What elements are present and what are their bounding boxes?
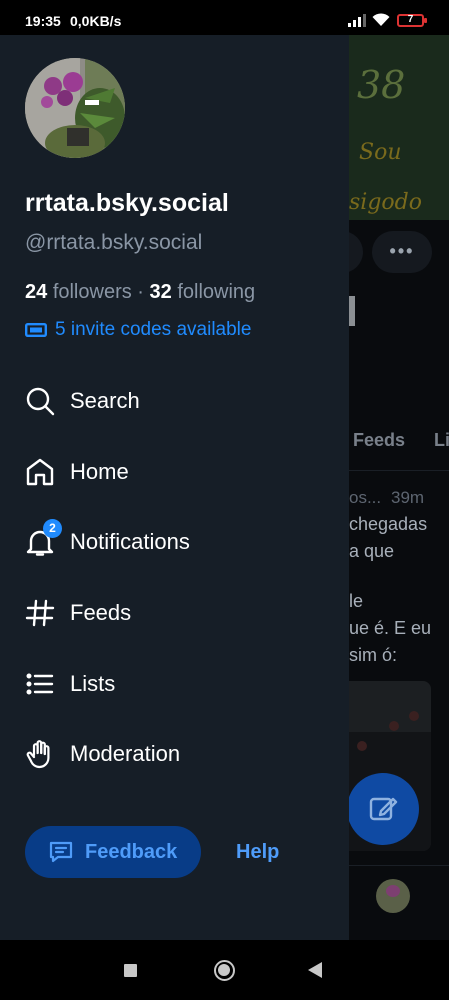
post-text-line: sim ó:	[349, 645, 398, 665]
hand-icon	[25, 739, 55, 769]
background-profile-screen: 38 Sou sigodo ••• Feeds Li os... 39m che…	[349, 35, 449, 940]
home-button[interactable]	[214, 960, 235, 981]
hash-icon	[25, 598, 55, 628]
divider	[349, 470, 449, 471]
nav-label: Lists	[70, 671, 116, 696]
nav-item-home[interactable]: Home	[25, 448, 325, 496]
post-text-line: a que	[349, 541, 395, 561]
bell-icon: 2	[25, 519, 62, 557]
following-label: following	[177, 281, 256, 303]
invite-codes-link[interactable]: 5 invite codes available	[25, 319, 251, 341]
status-bar: 19:35 0,0KB/s 7	[0, 0, 449, 35]
ticket-icon	[25, 323, 47, 337]
notification-badge: 2	[43, 519, 62, 538]
search-icon	[25, 386, 55, 416]
profile-banner: 38 Sou sigodo	[349, 35, 449, 220]
post-image-detail	[409, 711, 419, 721]
follow-button	[349, 231, 363, 273]
nav-item-notifications[interactable]: 2 Notifications	[25, 518, 325, 566]
post-image-detail	[357, 741, 367, 751]
nav-label: Home	[70, 459, 129, 484]
following-count: 32	[149, 281, 172, 303]
avatar-image	[25, 58, 125, 158]
compose-icon	[369, 797, 398, 821]
network-speed: 0,0KB/s	[70, 13, 122, 29]
banner-text: 38	[357, 63, 406, 107]
avatar[interactable]	[25, 58, 125, 158]
tab-lists: Li	[434, 430, 449, 450]
nav-label: Feeds	[70, 600, 132, 625]
back-button[interactable]	[308, 962, 322, 978]
followers-label: followers	[52, 281, 132, 303]
post-text-line: le	[349, 591, 364, 611]
post-author: os...	[349, 488, 382, 507]
feedback-button[interactable]: Feedback	[25, 826, 201, 878]
compose-button	[349, 773, 419, 845]
tab-feeds: Feeds	[353, 430, 406, 450]
recents-button[interactable]	[124, 964, 137, 977]
post-image-detail	[389, 721, 399, 731]
battery-level: 7	[407, 14, 414, 25]
battery-icon: 7	[397, 14, 427, 27]
nav-item-feeds[interactable]: Feeds	[25, 589, 325, 637]
nav-item-lists[interactable]: Lists	[25, 660, 325, 708]
invite-codes-label: 5 invite codes available	[55, 319, 252, 340]
feedback-label: Feedback	[85, 840, 178, 863]
post-text-line: ue é. E eu	[349, 618, 432, 638]
user-handle: @rrtata.bsky.social	[25, 231, 203, 254]
nav-label: Search	[70, 388, 140, 413]
post-text-line: chegadas	[349, 514, 428, 534]
nav-label: Moderation	[70, 741, 181, 766]
nav-item-search[interactable]: Search	[25, 377, 325, 425]
followers-count: 24	[25, 281, 48, 303]
avatar	[376, 879, 410, 913]
wifi-icon	[372, 13, 390, 26]
status-time: 19:35	[25, 13, 61, 29]
display-name: rrtata.bsky.social	[25, 189, 229, 217]
banner-text: Sou	[359, 140, 402, 165]
help-link[interactable]: Help	[236, 841, 279, 864]
post-time: 39m	[391, 488, 425, 507]
separator: ·	[137, 281, 144, 303]
banner-text: sigodo	[349, 190, 422, 215]
profile-name-fragment	[349, 296, 355, 326]
divider	[349, 865, 449, 866]
signal-icon	[348, 14, 366, 27]
system-navigation-bar	[0, 940, 449, 1000]
nav-item-moderation[interactable]: Moderation	[25, 730, 325, 778]
list-icon	[25, 669, 55, 699]
navigation-drawer: rrtata.bsky.social @rrtata.bsky.social 2…	[0, 35, 349, 940]
home-icon	[25, 457, 55, 487]
message-icon	[49, 841, 73, 863]
nav-label: Notifications	[70, 529, 190, 554]
follow-stats[interactable]: 24 followers · 32 following	[25, 281, 255, 304]
more-options-button: •••	[372, 231, 432, 273]
